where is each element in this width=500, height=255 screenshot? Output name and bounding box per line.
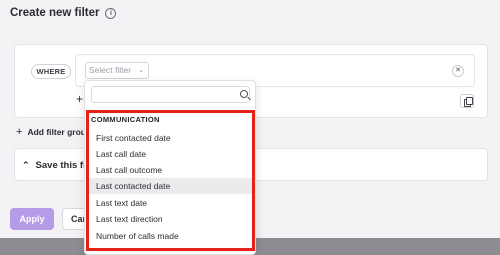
select-filter-dropdown[interactable]: Select filter ⌄ (85, 62, 149, 79)
option-first-contacted-date[interactable]: First contacted date (89, 130, 252, 146)
apply-button[interactable]: Apply (10, 208, 54, 230)
copy-icon[interactable] (460, 94, 474, 108)
select-filter-placeholder: Select filter (89, 65, 132, 75)
add-filter-group-button[interactable]: + Add filter group (16, 126, 91, 138)
option-last-text-direction[interactable]: Last text direction (89, 211, 252, 227)
option-last-contacted-date[interactable]: Last contacted date (89, 178, 252, 194)
info-icon[interactable]: i (105, 7, 117, 19)
chevron-up-icon: ⌃ (22, 160, 30, 170)
where-label: WHERE (31, 64, 71, 79)
option-last-text-date[interactable]: Last text date (89, 195, 252, 211)
close-icon[interactable]: ✕ (452, 65, 464, 77)
add-filter-group-label: Add filter group (27, 127, 92, 137)
chevron-down-icon: ⌄ (138, 67, 144, 74)
plus-icon: + (16, 126, 23, 138)
plus-icon[interactable]: + (76, 93, 83, 105)
option-last-call-date[interactable]: Last call date (89, 146, 252, 162)
option-last-call-outcome[interactable]: Last call outcome (89, 162, 252, 178)
dialog-title: Create new filter (10, 7, 100, 19)
search-icon (240, 90, 248, 98)
filter-search-input[interactable] (91, 86, 250, 103)
dialog-header: Create new filter i (10, 6, 117, 20)
option-group-label: COMMUNICATION (91, 115, 160, 124)
option-number-of-calls-made[interactable]: Number of calls made (89, 228, 252, 244)
